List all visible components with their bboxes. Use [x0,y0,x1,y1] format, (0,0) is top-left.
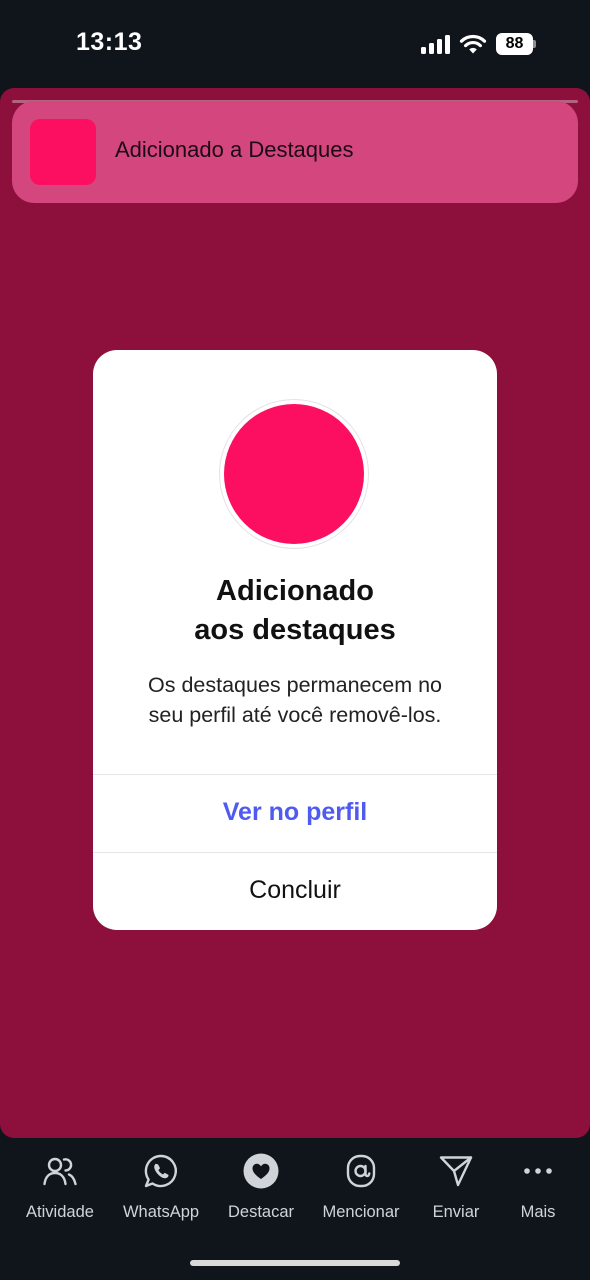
view-on-profile-button[interactable]: Ver no perfil [93,774,497,851]
story-view[interactable]: Adicionado a Destaques Adicionado aos de… [0,88,590,1138]
toolbar-label: Atividade [26,1203,94,1221]
highlight-cover-image [224,404,364,544]
toolbar-activity-button[interactable]: Atividade [5,1150,115,1222]
send-icon [439,1156,473,1187]
cellular-signal-icon [421,34,450,54]
toolbar-highlight-button[interactable]: Destacar [206,1150,316,1222]
toolbar-label: Destacar [227,1203,295,1221]
whatsapp-icon [144,1154,177,1188]
dialog-title-line1: Adicionado [216,575,374,607]
home-indicator[interactable] [190,1260,400,1266]
dialog-message: Os destaques permanecem no seu perfil at… [113,670,477,730]
toolbar-more-button[interactable]: Mais [483,1150,590,1222]
story-toolbar: Atividade WhatsApp Destacar Mencionar En… [0,1150,590,1230]
status-bar: 13:13 88 [0,0,590,88]
toolbar-label: Mais [520,1203,556,1221]
highlight-cover [219,399,369,549]
battery-icon: 88 [496,33,536,55]
people-icon [43,1157,77,1186]
at-icon [346,1154,376,1188]
dialog-title-line2: aos destaques [194,614,396,646]
status-icons: 88 [421,30,536,58]
heart-icon [243,1153,279,1189]
dialog-title: Adicionado aos destaques [93,572,497,650]
toolbar-label: Mencionar [322,1203,400,1221]
dialog-message-line1: Os destaques permanecem no [148,673,442,697]
toast-thumbnail [30,119,96,185]
wifi-icon [459,34,487,54]
toolbar-label: WhatsApp [122,1203,200,1221]
toast-notification[interactable]: Adicionado a Destaques [12,101,578,203]
toolbar-whatsapp-button[interactable]: WhatsApp [106,1150,216,1222]
done-button[interactable]: Concluir [93,852,497,929]
toast-text: Adicionado a Destaques [115,137,354,162]
dialog-message-line2: seu perfil até você removê-los. [148,703,442,727]
status-time: 13:13 [76,28,143,56]
highlight-dialog: Adicionado aos destaques Os destaques pe… [93,350,497,930]
toolbar-mention-button[interactable]: Mencionar [306,1150,416,1222]
battery-level: 88 [496,33,533,55]
more-icon [524,1168,552,1174]
